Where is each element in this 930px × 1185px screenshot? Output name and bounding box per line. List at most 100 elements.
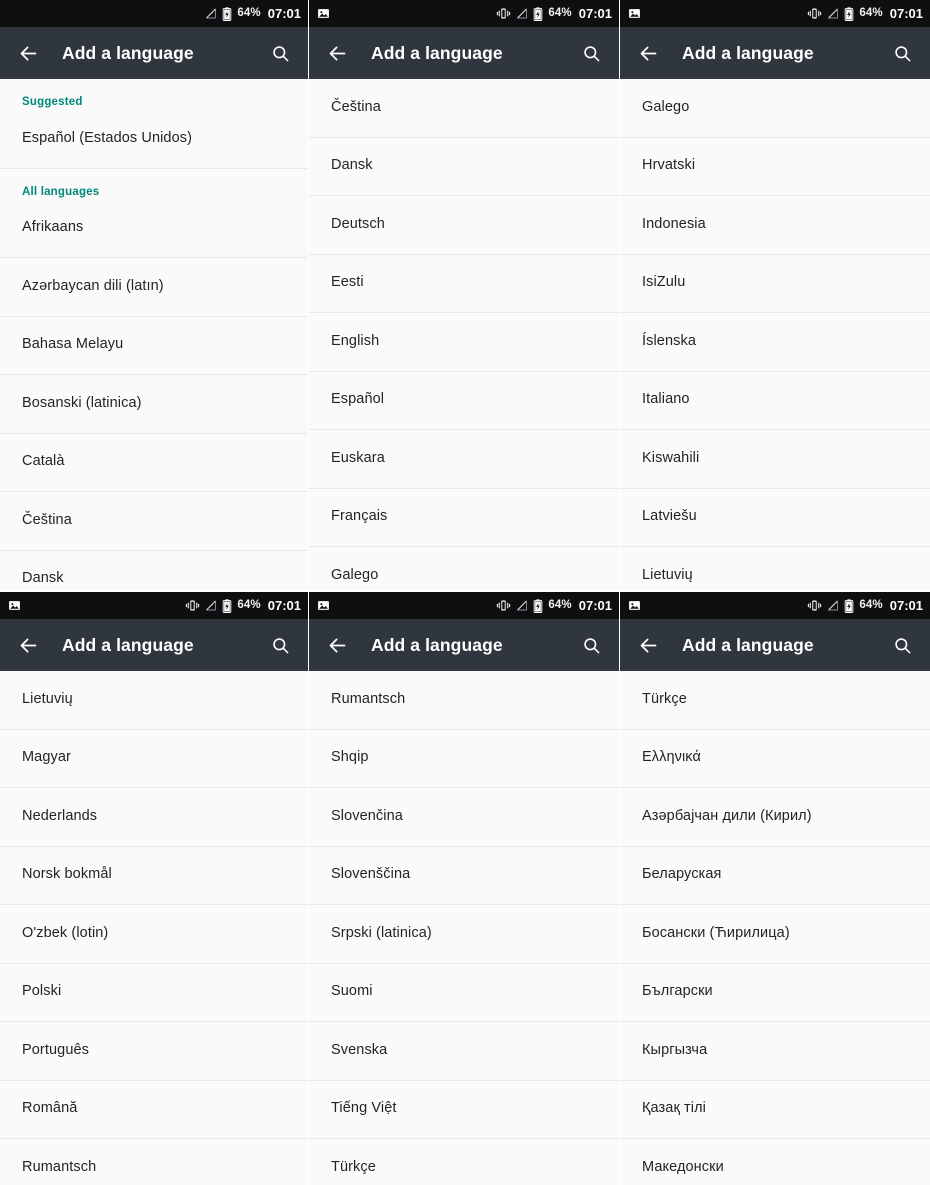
language-list-item[interactable]: Italiano (620, 371, 930, 430)
language-list-item[interactable]: Tiếng Việt (309, 1080, 619, 1139)
language-list-item[interactable]: Азәрбајчан дили (Кирил) (620, 788, 930, 847)
language-list[interactable]: Rumantsch Shqip Slovenčina Slovenščina Srpsk… (309, 671, 619, 1185)
page-title: Add a language (682, 42, 814, 63)
language-list-item[interactable]: Latviešu (620, 488, 930, 547)
language-list-item[interactable]: Slovenščina (309, 846, 619, 905)
language-list-item[interactable]: Rumantsch (309, 671, 619, 730)
language-list-item[interactable]: Кыргызча (620, 1022, 930, 1081)
language-list-item[interactable]: Eesti (309, 254, 619, 313)
language-list-item[interactable]: Ελληνικά (620, 729, 930, 788)
language-list-item[interactable]: Español (Estados Unidos) (0, 110, 308, 169)
search-icon[interactable] (888, 631, 916, 659)
language-list-item[interactable]: Hrvatski (620, 137, 930, 196)
status-bar: 64% 07:01 (309, 0, 619, 27)
language-list-item[interactable]: Dansk (309, 137, 619, 196)
search-icon[interactable] (266, 39, 294, 67)
language-label: Čeština (22, 511, 72, 528)
image-icon (317, 7, 330, 20)
language-label: English (331, 332, 380, 349)
phone-screenshot-3: 64% 07:01 Add a language Galego Hrvatski Indo… (620, 0, 930, 590)
phone-screenshot-2: 64% 07:01 Add a language Čeština Dansk Deutsc… (309, 0, 619, 590)
language-list-item[interactable]: Español (309, 371, 619, 430)
language-label: Română (22, 1100, 78, 1117)
screenshot-grid: 64% 07:01 Add a language Suggested Español (… (0, 0, 930, 1185)
language-list-item[interactable]: Magyar (0, 729, 308, 788)
language-list-item[interactable]: Čeština (0, 492, 308, 551)
phone-screenshot-5: 64% 07:01 Add a language Rumantsch Shqip Slov… (309, 592, 619, 1185)
search-icon[interactable] (577, 631, 605, 659)
language-list-item[interactable]: Norsk bokmål (0, 846, 308, 905)
language-list-item[interactable]: Svenska (309, 1022, 619, 1081)
language-list-item[interactable]: Shqip (309, 729, 619, 788)
language-label: Bosanski (latinica) (22, 394, 142, 411)
language-list-item[interactable]: English (309, 313, 619, 372)
status-bar-system-icons: 64% 07:01 (496, 598, 612, 613)
language-list-item[interactable]: Polski (0, 963, 308, 1022)
language-list-item[interactable]: Íslenska (620, 313, 930, 372)
image-icon (628, 599, 641, 612)
language-list-item[interactable]: Srpski (latinica) (309, 905, 619, 964)
language-list-item[interactable]: Rumantsch (0, 1139, 308, 1185)
back-arrow-icon[interactable] (633, 38, 663, 68)
image-icon (317, 599, 330, 612)
language-list-item[interactable]: Slovenčina (309, 788, 619, 847)
language-list-item[interactable]: Bahasa Melayu (0, 316, 308, 375)
language-list-item[interactable]: Македонски (620, 1139, 930, 1185)
language-list-item[interactable]: Қазақ тілі (620, 1080, 930, 1139)
back-arrow-icon[interactable] (13, 630, 43, 660)
language-list-item[interactable]: Català (0, 433, 308, 492)
language-label: Türkçe (331, 1158, 376, 1175)
language-list-item[interactable]: Dansk (0, 550, 308, 590)
language-list[interactable]: Lietuvių Magyar Nederlands Norsk bokmål O'zb… (0, 671, 308, 1185)
status-bar: 64% 07:01 (620, 0, 930, 27)
language-list-item[interactable]: Bosanski (latinica) (0, 375, 308, 434)
language-list-item[interactable]: Nederlands (0, 788, 308, 847)
language-label: Español (Estados Unidos) (22, 129, 193, 146)
language-label: Galego (642, 98, 690, 115)
language-list[interactable]: Čeština Dansk Deutsch Eesti English Español Eu… (309, 79, 619, 590)
search-icon[interactable] (266, 631, 294, 659)
language-list-item[interactable]: Français (309, 488, 619, 547)
language-list-item[interactable]: Lietuvių (620, 547, 930, 590)
search-icon[interactable] (888, 39, 916, 67)
language-list-item[interactable]: Türkçe (309, 1139, 619, 1185)
signal-off-icon (516, 7, 528, 20)
language-list-item[interactable]: Galego (309, 547, 619, 590)
search-icon[interactable] (577, 39, 605, 67)
language-list-item[interactable]: Suomi (309, 963, 619, 1022)
language-list-item[interactable]: Galego (620, 79, 930, 138)
language-list[interactable]: Galego Hrvatski Indonesia IsiZulu Íslenska It… (620, 79, 930, 590)
language-label: Азәрбајчан дили (Кирил) (642, 807, 812, 824)
language-list-item[interactable]: Босански (Ћирилица) (620, 905, 930, 964)
language-list-item[interactable]: O'zbek (lotin) (0, 905, 308, 964)
language-list-item[interactable]: Čeština (309, 79, 619, 138)
page-title: Add a language (371, 634, 503, 655)
language-list-item[interactable]: Türkçe (620, 671, 930, 730)
image-icon (628, 7, 641, 20)
language-list-item[interactable]: Kiswahili (620, 430, 930, 489)
back-arrow-icon[interactable] (633, 630, 663, 660)
language-label: IsiZulu (642, 274, 686, 291)
language-list-item[interactable]: Română (0, 1080, 308, 1139)
language-list[interactable]: Türkçe Ελληνικά Азәрбајчан дили (Кирил) Бел… (620, 671, 930, 1185)
language-list-item[interactable]: Lietuvių (0, 671, 308, 730)
language-list-item[interactable]: Euskara (309, 430, 619, 489)
language-label: Polski (22, 983, 62, 1000)
language-list-item[interactable]: Български (620, 963, 930, 1022)
back-arrow-icon[interactable] (322, 38, 352, 68)
language-list-item[interactable]: Afrikaans (0, 199, 308, 258)
language-list-item[interactable]: IsiZulu (620, 254, 930, 313)
language-list-item[interactable]: Indonesia (620, 196, 930, 255)
language-label: Dansk (22, 570, 64, 587)
back-arrow-icon[interactable] (13, 38, 43, 68)
language-label: Deutsch (331, 215, 385, 232)
language-list[interactable]: Suggested Español (Estados Unidos) All lan… (0, 79, 308, 590)
status-bar: 64% 07:01 (620, 592, 930, 619)
language-list-item[interactable]: Deutsch (309, 196, 619, 255)
status-bar-system-icons: 64% 07:01 (807, 598, 923, 613)
language-list-item[interactable]: Português (0, 1022, 308, 1081)
back-arrow-icon[interactable] (322, 630, 352, 660)
status-bar-notifications (317, 599, 496, 612)
language-list-item[interactable]: Беларуская (620, 846, 930, 905)
language-list-item[interactable]: Azərbaycan dili (latın) (0, 258, 308, 317)
